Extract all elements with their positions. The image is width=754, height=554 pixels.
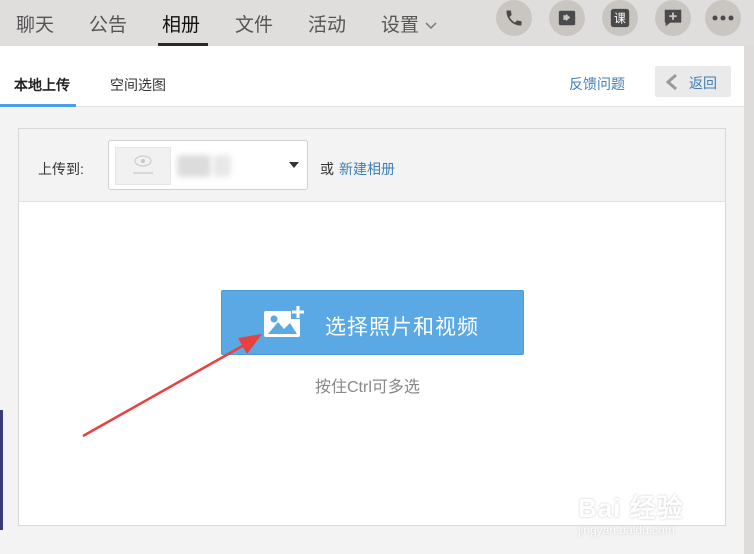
subtab-local-upload[interactable]: 本地上传 <box>14 75 70 95</box>
svg-text:课: 课 <box>614 12 626 26</box>
add-image-icon <box>264 305 305 337</box>
back-arrow-icon <box>665 74 677 90</box>
tab-album[interactable]: 相册 <box>162 10 200 37</box>
phone-button[interactable] <box>496 0 532 36</box>
subtab-active-indicator <box>0 104 76 107</box>
select-button-label: 选择照片和视频 <box>325 316 479 339</box>
video-icon <box>558 10 576 26</box>
add-comment-button[interactable] <box>655 0 691 36</box>
back-button-label: 返回 <box>689 75 717 91</box>
video-call-button[interactable] <box>549 0 585 36</box>
tab-events[interactable]: 活动 <box>308 10 346 37</box>
watermark: Bai 经验 jingyan.baidu.com <box>578 488 684 537</box>
more-button[interactable] <box>705 0 741 36</box>
tab-settings-label: 设置 <box>381 15 420 36</box>
upload-card: 上传到: 或 新建相册 选择照片和视频 按住Ctrl可多选 <box>18 128 726 526</box>
comment-add-icon <box>664 9 682 27</box>
subtab-space-select[interactable]: 空间选图 <box>110 75 166 95</box>
chevron-down-icon <box>425 22 437 30</box>
tab-settings[interactable]: 设置 <box>381 10 437 37</box>
album-panel: 本地上传 空间选图 反馈问题 返回 上传到: 或 新建相册 选择照片和视频 按住… <box>0 46 744 554</box>
course-button[interactable]: 课 <box>602 0 638 36</box>
watermark-brand: Bai 经验 <box>578 493 684 523</box>
album-name-redacted <box>177 155 211 177</box>
upload-target-row: 上传到: 或 新建相册 <box>19 129 725 202</box>
watermark-site: jingyan.baidu.com <box>578 523 675 537</box>
subtab-bar: 本地上传 空间选图 反馈问题 返回 <box>0 46 744 107</box>
or-text: 或 <box>320 161 334 177</box>
phone-icon <box>506 10 522 26</box>
course-icon: 课 <box>610 8 630 28</box>
tab-files[interactable]: 文件 <box>235 10 273 37</box>
back-button[interactable]: 返回 <box>655 66 731 97</box>
select-photos-videos-button[interactable]: 选择照片和视频 <box>221 290 524 355</box>
multi-select-hint: 按住Ctrl可多选 <box>315 379 420 396</box>
window-edge <box>0 410 3 530</box>
top-nav: 聊天 公告 相册 文件 活动 设置 课 <box>0 0 754 46</box>
tab-chat[interactable]: 聊天 <box>16 10 54 37</box>
upload-to-label: 上传到: <box>38 161 84 177</box>
album-thumbnail <box>115 147 171 185</box>
new-album-link[interactable]: 新建相册 <box>339 159 395 179</box>
album-name-redacted-2 <box>213 155 231 177</box>
feedback-link[interactable]: 反馈问题 <box>569 74 625 94</box>
more-icon <box>712 15 734 21</box>
album-select[interactable] <box>108 140 308 190</box>
caret-down-icon <box>289 162 299 168</box>
eye-placeholder-icon <box>133 155 153 174</box>
tab-announcement[interactable]: 公告 <box>89 10 127 37</box>
